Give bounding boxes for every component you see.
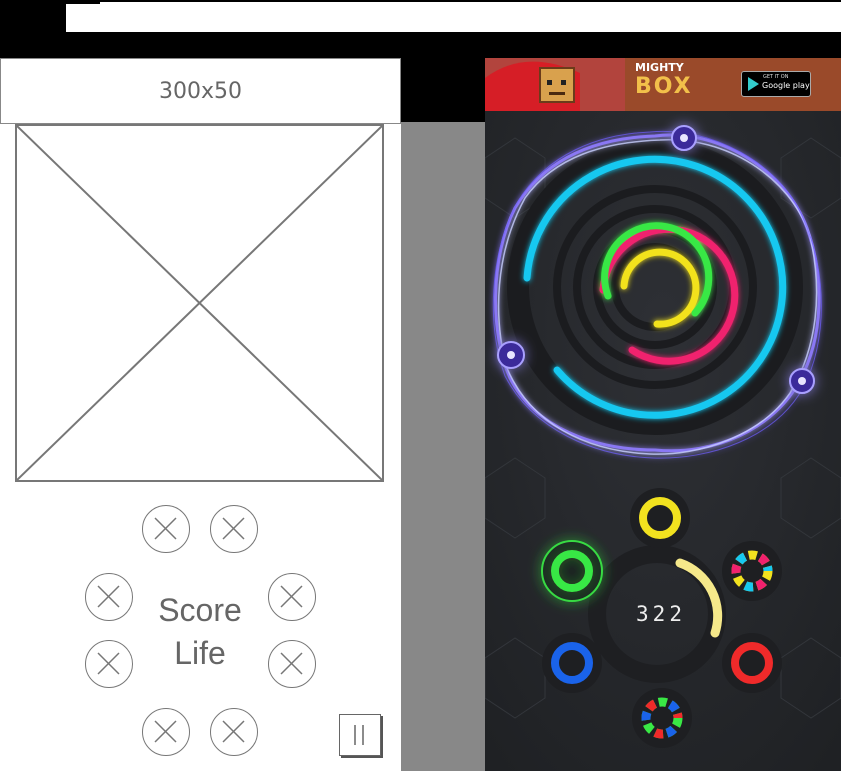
pause-icon bbox=[354, 725, 364, 745]
close-circle-icon bbox=[97, 652, 120, 675]
badge-small-text: GET IT ON bbox=[763, 74, 789, 80]
pause-button[interactable] bbox=[339, 714, 381, 756]
close-circle-icon bbox=[280, 585, 303, 608]
banner-title-top: MIGHTY bbox=[635, 61, 684, 74]
play-store-icon bbox=[748, 77, 759, 91]
game-canvas bbox=[485, 58, 841, 771]
wire-button-left-upper[interactable] bbox=[85, 573, 133, 621]
color-button-yellow[interactable] bbox=[630, 488, 690, 548]
color-button-green[interactable] bbox=[541, 540, 603, 602]
close-circle-icon bbox=[154, 517, 177, 540]
wire-button-top-left[interactable] bbox=[142, 505, 190, 553]
banner-ad[interactable]: MIGHTY BOX GET IT ON Google play bbox=[485, 58, 841, 111]
color-button-rainbow-top[interactable] bbox=[722, 541, 782, 601]
wire-button-left-lower[interactable] bbox=[85, 640, 133, 688]
wire-button-right-lower[interactable] bbox=[268, 640, 316, 688]
badge-label: Google play bbox=[762, 81, 810, 90]
game-screen bbox=[485, 58, 841, 771]
score-counter: 322 bbox=[636, 602, 686, 626]
ad-size-label: 300x50 bbox=[158, 78, 242, 104]
life-label: Life bbox=[174, 635, 226, 671]
image-placeholder bbox=[15, 124, 384, 482]
wire-button-bottom-right[interactable] bbox=[210, 708, 258, 756]
close-circle-icon bbox=[222, 720, 245, 743]
google-play-badge[interactable]: GET IT ON Google play bbox=[741, 71, 811, 97]
wire-button-top-right[interactable] bbox=[210, 505, 258, 553]
close-circle-icon bbox=[222, 517, 245, 540]
close-circle-icon bbox=[280, 652, 303, 675]
score-label: Score bbox=[158, 592, 242, 628]
top-bar-notch bbox=[66, 0, 100, 4]
top-bar-strip bbox=[66, 2, 841, 32]
wire-button-bottom-left[interactable] bbox=[142, 708, 190, 756]
ad-placeholder: 300x50 bbox=[0, 58, 401, 124]
wire-button-right-upper[interactable] bbox=[268, 573, 316, 621]
color-button-red[interactable] bbox=[722, 633, 782, 693]
color-button-rainbow-bottom[interactable] bbox=[632, 688, 692, 748]
divider-strip bbox=[401, 122, 485, 771]
image-placeholder-icon bbox=[16, 125, 383, 481]
close-circle-icon bbox=[97, 585, 120, 608]
color-button-blue[interactable] bbox=[542, 633, 602, 693]
banner-title-bottom: BOX bbox=[635, 74, 693, 99]
close-circle-icon bbox=[154, 720, 177, 743]
